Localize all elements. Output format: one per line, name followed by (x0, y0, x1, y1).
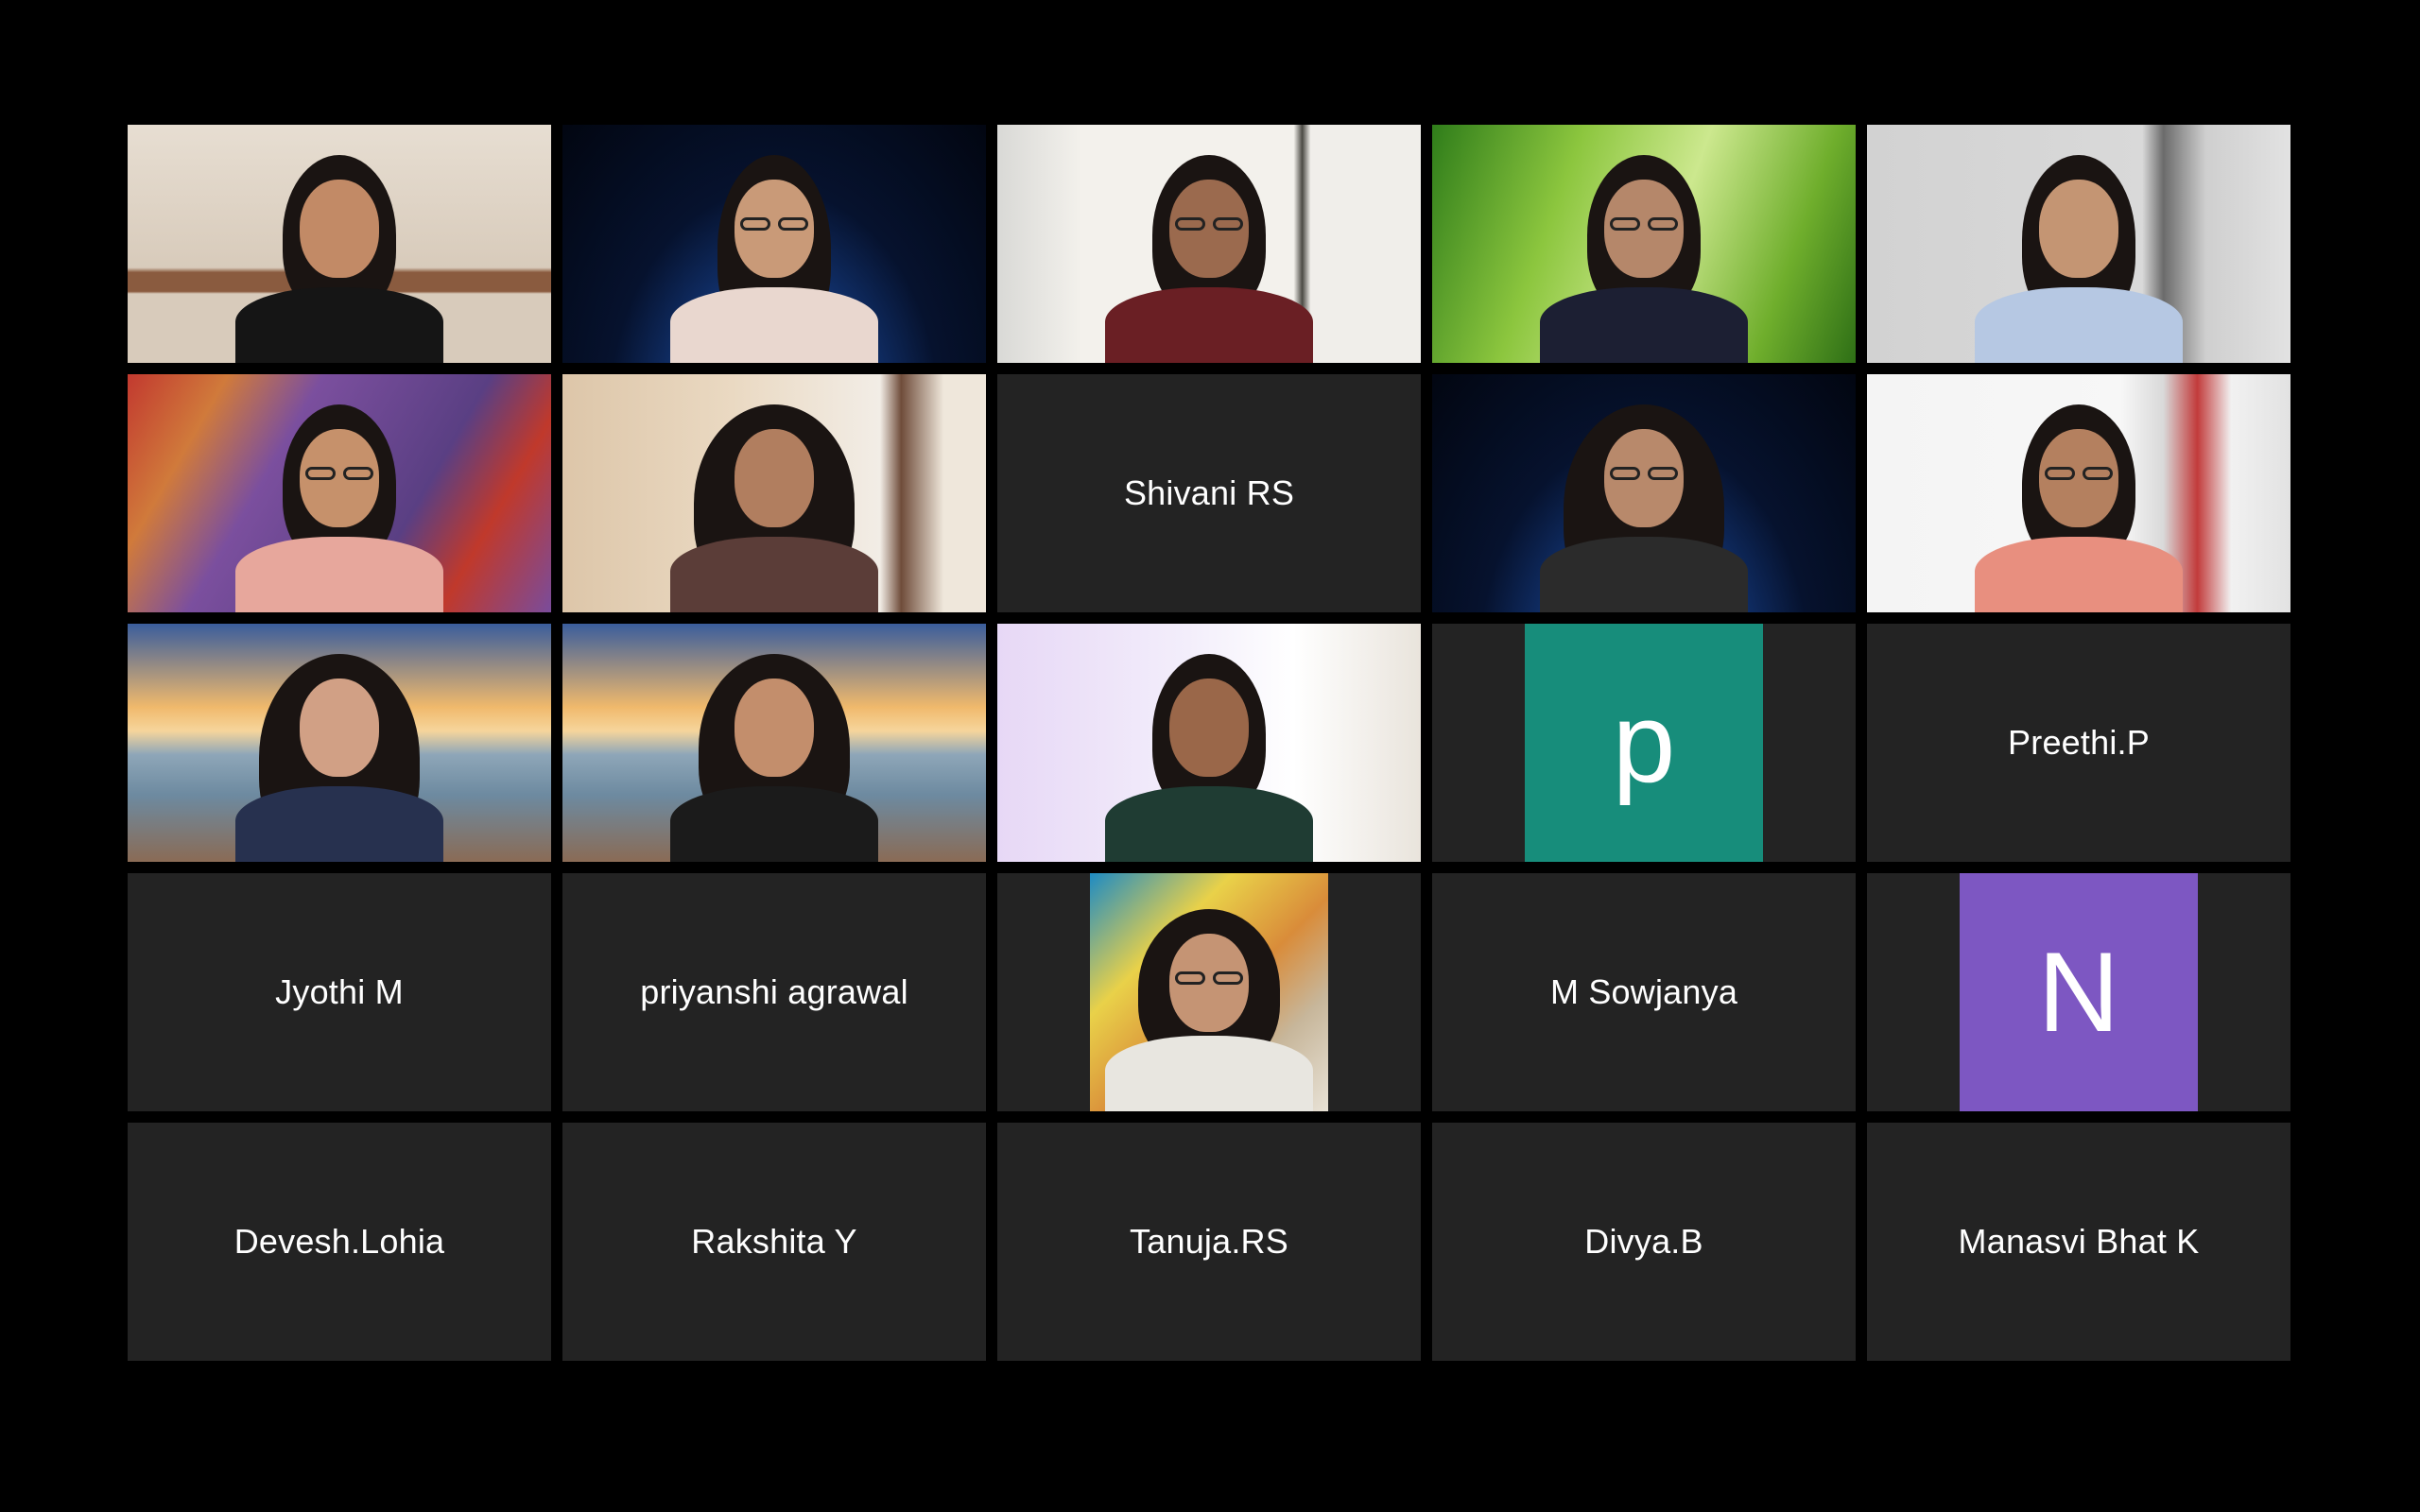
participant-tile-name[interactable]: Tanuja.RS (997, 1123, 1421, 1361)
avatar: p (1525, 624, 1763, 862)
glasses-icon (1610, 217, 1640, 231)
participant-tile-video[interactable] (1432, 374, 1856, 612)
face-shape (2039, 180, 2118, 278)
participant-tile-avatar[interactable]: N (1867, 873, 2290, 1111)
participant-figure (216, 395, 462, 612)
glasses-icon (1175, 217, 1205, 231)
participant-tile-video[interactable] (128, 624, 551, 862)
glasses-icon (1213, 971, 1243, 985)
participant-name: priyanshi agrawal (640, 972, 908, 1011)
participant-name: Rakshita Y (691, 1222, 857, 1261)
participant-tile-name[interactable]: Manasvi Bhat K (1867, 1123, 2290, 1361)
body-shape (670, 786, 878, 862)
participant-figure (1956, 395, 2202, 612)
participant-tile-video[interactable] (128, 125, 551, 363)
body-shape (235, 287, 443, 363)
body-shape (1105, 1036, 1313, 1111)
body-shape (670, 537, 878, 612)
participant-tile-name[interactable]: M Sowjanya (1432, 873, 1856, 1111)
face-shape (735, 429, 814, 527)
participant-tile-name[interactable]: Rakshita Y (562, 1123, 986, 1361)
participant-tile-video[interactable] (1867, 374, 2290, 612)
face-shape (300, 180, 379, 278)
glasses-icon (740, 217, 770, 231)
avatar: N (1960, 873, 2198, 1111)
gallery-grid: Shivani RS p Preethi.P Jyothi M priyanshi ag… (128, 125, 2292, 1361)
glasses-icon (778, 217, 808, 231)
participant-tile-name[interactable]: Shivani RS (997, 374, 1421, 612)
meeting-window: Shivani RS p Preethi.P Jyothi M priyanshi ag… (0, 0, 2420, 1512)
body-shape (235, 537, 443, 612)
participant-tile-photo[interactable] (997, 873, 1421, 1111)
participant-name: Divya.B (1584, 1222, 1703, 1261)
face-shape (735, 679, 814, 777)
participant-tile-video[interactable] (1432, 125, 1856, 363)
participant-figure (216, 644, 462, 862)
participant-tile-video[interactable] (997, 125, 1421, 363)
participant-tile-name[interactable]: priyanshi agrawal (562, 873, 986, 1111)
glasses-icon (343, 467, 373, 480)
glasses-icon (1175, 971, 1205, 985)
participant-tile-video[interactable] (562, 125, 986, 363)
glasses-icon (1648, 467, 1678, 480)
participant-figure (1956, 146, 2202, 363)
participant-tile-video[interactable] (997, 624, 1421, 862)
glasses-icon (2045, 467, 2075, 480)
participant-figure (1105, 903, 1313, 1111)
participant-name: Devesh.Lohia (233, 1222, 445, 1261)
participant-tile-avatar[interactable]: p (1432, 624, 1856, 862)
face-shape (300, 679, 379, 777)
body-shape (1105, 786, 1313, 862)
body-shape (1975, 537, 2183, 612)
participant-tile-video[interactable] (562, 624, 986, 862)
participant-name: Manasvi Bhat K (1958, 1222, 2200, 1261)
participant-figure (1086, 146, 1332, 363)
participant-name: Tanuja.RS (1130, 1222, 1288, 1261)
participant-figure (651, 644, 897, 862)
participant-name: Jyothi M (275, 972, 404, 1011)
participant-figure (1521, 146, 1767, 363)
participant-tile-name[interactable]: Preethi.P (1867, 624, 2290, 862)
glasses-icon (1610, 467, 1640, 480)
glasses-icon (1213, 217, 1243, 231)
participant-figure (651, 146, 897, 363)
body-shape (235, 786, 443, 862)
participant-figure (1086, 644, 1332, 862)
body-shape (1975, 287, 2183, 363)
participant-name: M Sowjanya (1549, 972, 1738, 1011)
body-shape (1540, 287, 1748, 363)
profile-photo (1090, 873, 1328, 1111)
face-shape (1169, 679, 1249, 777)
participant-name: Preethi.P (2008, 723, 2150, 762)
participant-figure (1521, 395, 1767, 612)
participant-tile-video[interactable] (128, 374, 551, 612)
participant-tile-video[interactable] (562, 374, 986, 612)
glasses-icon (305, 467, 336, 480)
participant-tile-name[interactable]: Jyothi M (128, 873, 551, 1111)
participant-tile-video[interactable] (1867, 125, 2290, 363)
participant-name: Shivani RS (1123, 473, 1295, 512)
body-shape (670, 287, 878, 363)
body-shape (1105, 287, 1313, 363)
body-shape (1540, 537, 1748, 612)
participant-figure (216, 146, 462, 363)
glasses-icon (2083, 467, 2113, 480)
participant-tile-name[interactable]: Devesh.Lohia (128, 1123, 551, 1361)
participant-tile-name[interactable]: Divya.B (1432, 1123, 1856, 1361)
participant-figure (651, 395, 897, 612)
glasses-icon (1648, 217, 1678, 231)
